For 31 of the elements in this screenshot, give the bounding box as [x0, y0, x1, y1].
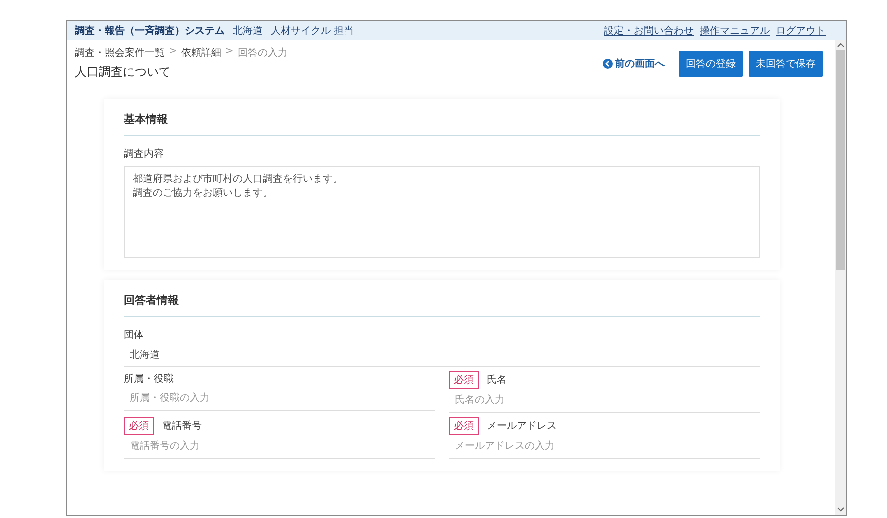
breadcrumb-separator: >	[169, 46, 178, 59]
user-name: 人材サイクル 担当	[271, 24, 354, 38]
section-title: 基本情報	[124, 109, 760, 136]
field-label: 氏名	[487, 374, 507, 387]
header-link[interactable]: 設定・お問い合わせ	[604, 24, 694, 38]
breadcrumb-separator: >	[225, 46, 234, 59]
action-button[interactable]: 回答の登録	[679, 51, 743, 77]
breadcrumb-link[interactable]: 調査・照会案件一覧	[75, 46, 165, 60]
header-link[interactable]: 操作マニュアル	[700, 24, 770, 38]
text-area[interactable]: 都道府県および市町村の人口調査を行います。 調査のご協力をお願いします。	[124, 166, 760, 258]
section-title: 回答者情報	[124, 290, 760, 317]
arrow-circle-icon	[603, 59, 613, 69]
organization-name: 北海道	[233, 24, 263, 38]
system-title: 調査・報告（一斉調査）システム	[75, 24, 225, 38]
required-badge: 必須	[124, 417, 154, 435]
breadcrumb-link[interactable]: 依頼詳細	[181, 46, 222, 60]
breadcrumb-current: 回答の入力	[238, 46, 288, 60]
field-label: 調査内容	[124, 148, 164, 161]
header-link[interactable]: ログアウト	[776, 24, 826, 38]
back-link[interactable]: 前の画面へ	[603, 57, 665, 71]
required-badge: 必須	[449, 417, 479, 435]
field-label: 団体	[124, 329, 144, 342]
field-label: メールアドレス	[487, 420, 557, 433]
field-label: 電話番号	[162, 420, 202, 433]
scroll-down-icon[interactable]	[836, 507, 844, 513]
scroll-up-icon[interactable]	[836, 42, 844, 48]
action-button[interactable]: 未回答で保存	[749, 51, 823, 77]
field-label: 所属・役職	[124, 372, 174, 386]
scrollbar[interactable]	[835, 40, 846, 515]
page-title: 人口調査について	[75, 64, 172, 81]
required-badge: 必須	[449, 371, 479, 389]
